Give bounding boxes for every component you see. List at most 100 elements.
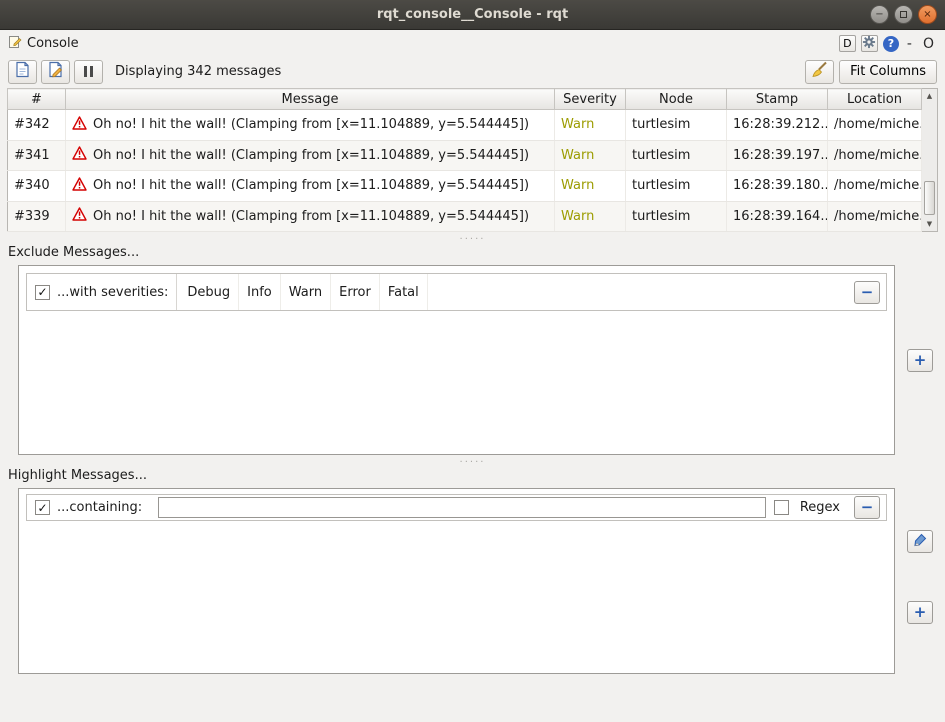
splitter-handle-bottom[interactable]: [0, 455, 945, 467]
dock-controls: D ? - O: [839, 35, 937, 52]
num-cell: #341: [8, 140, 66, 171]
node-cell: turtlesim: [626, 140, 727, 171]
exclude-section-label: Exclude Messages...: [8, 244, 945, 262]
warning-icon: [72, 177, 87, 195]
regex-checkbox[interactable]: [774, 500, 789, 515]
minimize-icon: −: [875, 9, 883, 20]
message-cell: Oh no! I hit the wall! (Clamping from [x…: [66, 171, 555, 202]
message-text: Oh no! I hit the wall! (Clamping from [x…: [93, 148, 529, 163]
table-row[interactable]: #341 Oh no! I hit the wall! (Clamping fr…: [8, 140, 922, 171]
severity-option-fatal[interactable]: Fatal: [380, 274, 428, 310]
containing-filter-checkbox[interactable]: ✓: [35, 500, 50, 515]
table-row[interactable]: #340 Oh no! I hit the wall! (Clamping fr…: [8, 171, 922, 202]
col-header-node[interactable]: Node: [626, 89, 727, 110]
col-header-location[interactable]: Location: [828, 89, 922, 110]
fit-columns-button[interactable]: Fit Columns: [839, 60, 937, 84]
severity-option-debug[interactable]: Debug: [179, 274, 239, 310]
message-text: Oh no! I hit the wall! (Clamping from [x…: [93, 117, 529, 132]
node-cell: turtlesim: [626, 171, 727, 202]
dock-title: Console: [27, 36, 79, 51]
titlebar[interactable]: rqt_console__Console - rqt − ×: [0, 0, 945, 30]
maximize-icon: [900, 11, 907, 18]
dock-header: Console D ? - O: [0, 30, 945, 57]
location-cell: /home/miche...: [828, 201, 922, 232]
message-cell: Oh no! I hit the wall! (Clamping from [x…: [66, 110, 555, 141]
gear-icon: [862, 35, 876, 52]
containing-filter-label: ...containing:: [57, 500, 142, 515]
splitter-handle-top[interactable]: [0, 232, 945, 244]
num-cell: #340: [8, 171, 66, 202]
severity-cell: Warn: [555, 201, 626, 232]
close-icon: ×: [923, 9, 931, 20]
severity-filter-checkbox[interactable]: ✓: [35, 285, 50, 300]
location-cell: /home/miche...: [828, 171, 922, 202]
severity-cell: Warn: [555, 140, 626, 171]
minus-icon: −: [861, 500, 874, 515]
containing-filter-row[interactable]: ✓ ...containing: Regex −: [26, 494, 887, 521]
window-title: rqt_console__Console - rqt: [377, 7, 568, 22]
add-exclude-filter-button[interactable]: +: [907, 349, 933, 372]
regex-label: Regex: [800, 500, 840, 515]
plus-icon: +: [914, 353, 927, 368]
dock-close-button[interactable]: O: [920, 36, 937, 52]
highlighter-icon: [912, 532, 928, 552]
table-scrollbar[interactable]: ▲ ▼: [922, 88, 938, 232]
warning-icon: [72, 146, 87, 164]
window-minimize-button[interactable]: −: [870, 5, 889, 24]
stamp-cell: 16:28:39.164...: [727, 201, 828, 232]
scrollbar-thumb[interactable]: [924, 181, 935, 215]
remove-highlight-filter-button[interactable]: −: [854, 496, 880, 519]
save-button[interactable]: [41, 60, 70, 84]
exclude-side-buttons: +: [895, 265, 945, 455]
separator: [176, 274, 177, 310]
message-table: # Message Severity Node Stamp Location #…: [7, 88, 938, 232]
scrollbar-track[interactable]: [922, 103, 937, 217]
remove-exclude-filter-button[interactable]: −: [854, 281, 880, 304]
stamp-cell: 16:28:39.212...: [727, 110, 828, 141]
col-header-severity[interactable]: Severity: [555, 89, 626, 110]
severity-filter-row[interactable]: ✓ ...with severities: Debug Info Warn Er…: [26, 273, 887, 311]
col-header-stamp[interactable]: Stamp: [727, 89, 828, 110]
load-button[interactable]: [8, 60, 37, 84]
window-close-button[interactable]: ×: [918, 5, 937, 24]
window-maximize-button[interactable]: [894, 5, 913, 24]
col-header-message[interactable]: Message: [66, 89, 555, 110]
detach-button[interactable]: D: [839, 35, 856, 52]
help-button[interactable]: ?: [883, 36, 899, 52]
message-cell: Oh no! I hit the wall! (Clamping from [x…: [66, 140, 555, 171]
pause-icon: [84, 66, 93, 77]
containing-input[interactable]: [158, 497, 766, 518]
message-count-status: Displaying 342 messages: [115, 64, 281, 79]
help-icon: ?: [888, 37, 894, 50]
node-cell: turtlesim: [626, 110, 727, 141]
table-row[interactable]: #339 Oh no! I hit the wall! (Clamping fr…: [8, 201, 922, 232]
toolbar-right: Fit Columns: [805, 60, 937, 84]
highlight-section: ✓ ...containing: Regex − +: [0, 488, 945, 674]
message-text: Oh no! I hit the wall! (Clamping from [x…: [93, 209, 529, 224]
warning-icon: [72, 116, 87, 134]
splitter-dots: [460, 231, 486, 246]
save-document-icon: [47, 61, 64, 82]
table-row[interactable]: #342 Oh no! I hit the wall! (Clamping fr…: [8, 110, 922, 141]
dock-minimize-button[interactable]: -: [904, 36, 915, 52]
plus-icon: +: [914, 605, 927, 620]
severity-cell: Warn: [555, 110, 626, 141]
highlight-side-buttons: +: [895, 488, 945, 674]
severity-filter-label: ...with severities:: [57, 285, 168, 300]
severity-option-warn[interactable]: Warn: [281, 274, 331, 310]
settings-button[interactable]: [861, 35, 878, 52]
add-highlight-filter-button[interactable]: +: [907, 601, 933, 624]
scroll-down-icon[interactable]: ▼: [927, 217, 932, 231]
window-controls: − ×: [870, 5, 937, 24]
clear-button[interactable]: [805, 60, 834, 84]
exclude-filter-list: ✓ ...with severities: Debug Info Warn Er…: [18, 265, 895, 455]
highlight-mode-button[interactable]: [907, 530, 933, 553]
scroll-up-icon[interactable]: ▲: [927, 89, 932, 103]
pause-button[interactable]: [74, 60, 103, 84]
location-cell: /home/miche...: [828, 110, 922, 141]
severity-option-error[interactable]: Error: [331, 274, 380, 310]
severity-option-info[interactable]: Info: [239, 274, 281, 310]
load-document-icon: [14, 61, 31, 82]
col-header-num[interactable]: #: [8, 89, 66, 110]
console-plugin-icon: [8, 35, 22, 53]
